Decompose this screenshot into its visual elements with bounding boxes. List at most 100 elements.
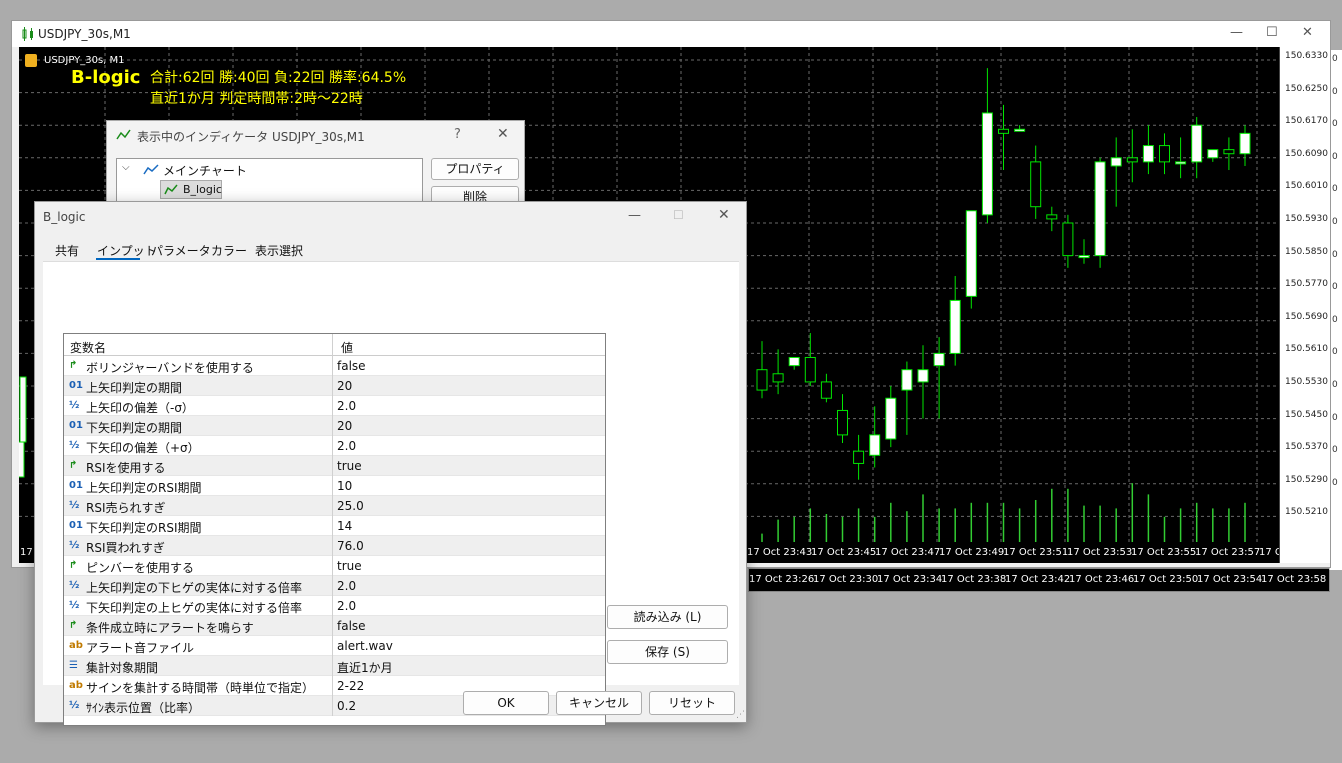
input-row[interactable]: 01 上矢印判定の期間 20 <box>64 376 605 396</box>
tree-item-main-chart[interactable]: メインチャート <box>163 162 247 179</box>
input-row[interactable]: 01 上矢印判定のRSI期間 10 <box>64 476 605 496</box>
background-price-tick: 0 <box>1332 477 1338 488</box>
input-row[interactable]: ½ RSI売られすぎ 25.0 <box>64 496 605 516</box>
input-name: サインを集計する時間帯（時単位で指定） <box>86 681 315 695</box>
input-row[interactable]: ↱ 条件成立時にアラートを鳴らす false <box>64 616 605 636</box>
price-tick: 150.5770 <box>1285 279 1328 290</box>
input-row[interactable]: ½ RSI買われすぎ 76.0 <box>64 536 605 556</box>
input-value[interactable]: true <box>337 459 362 473</box>
input-value[interactable]: false <box>337 619 366 633</box>
input-value[interactable]: alert.wav <box>337 639 393 653</box>
background-time-tick: 17 Oct 23:42 <box>1005 574 1071 585</box>
input-value[interactable]: 2.0 <box>337 579 356 593</box>
price-tick: 150.5210 <box>1285 507 1328 518</box>
int-icon: 01 <box>69 380 83 391</box>
help-icon[interactable]: ? <box>454 127 461 142</box>
tab-visualization[interactable]: 表示選択 <box>255 242 303 259</box>
input-name: 上矢印判定の下ヒゲの実体に対する倍率 <box>86 581 303 595</box>
input-value[interactable]: 20 <box>337 419 352 433</box>
input-row[interactable]: ½ 上矢印の偏差（-σ） 2.0 <box>64 396 605 416</box>
minimize-icon[interactable]: — <box>628 208 641 223</box>
input-row[interactable]: ab アラート音ファイル alert.wav <box>64 636 605 656</box>
input-name: 下矢印の偏差（+σ） <box>86 441 200 455</box>
tree-item-b-logic[interactable]: B_logic <box>160 180 222 199</box>
price-tick: 150.5450 <box>1285 409 1328 420</box>
tab-colors[interactable]: カラー <box>211 242 247 259</box>
resize-grip-icon[interactable]: ⋰ <box>736 710 745 720</box>
ab-icon: ab <box>69 680 83 691</box>
input-name: アラート音ファイル <box>86 641 195 655</box>
price-tick: 150.5930 <box>1285 214 1328 224</box>
input-value[interactable]: true <box>337 559 362 573</box>
close-icon[interactable]: ✕ <box>718 207 730 223</box>
tab-inputs[interactable]: インプット <box>97 242 157 259</box>
reset-button[interactable]: リセット <box>649 691 735 715</box>
input-row[interactable]: 01 下矢印判定のRSI期間 14 <box>64 516 605 536</box>
input-row[interactable]: ☰ 集計対象期間 直近1か月 <box>64 656 605 676</box>
active-tab-indicator <box>96 258 140 260</box>
background-price-tick: 0 <box>1332 151 1338 162</box>
inputs-panel: 変数名 値 ↱ ボリンジャーバンドを使用する false 01 上矢印判定の期間 20 ½ 上… <box>43 261 739 726</box>
input-value[interactable]: 10 <box>337 479 352 493</box>
input-value[interactable]: 0.2 <box>337 699 356 713</box>
background-time-tick: 17 Oct 23:54 <box>1197 574 1263 585</box>
input-row[interactable]: ↱ RSIを使用する true <box>64 456 605 476</box>
close-icon[interactable]: ✕ <box>1302 25 1313 40</box>
price-tick: 150.5610 <box>1285 344 1328 355</box>
input-value[interactable]: 2-22 <box>337 679 364 693</box>
input-value[interactable]: 76.0 <box>337 539 364 553</box>
time-tick: 17 Oct 23:57 <box>1195 547 1261 558</box>
input-value[interactable]: 14 <box>337 519 352 533</box>
background-time-tick: 17 Oct 23:34 <box>877 574 943 585</box>
indicator-tree[interactable]: ⌵ メインチャート B_logic <box>116 158 423 204</box>
background-price-tick: 0 <box>1332 412 1338 423</box>
minimize-icon[interactable]: — <box>1230 25 1243 40</box>
input-name: 上矢印の偏差（-σ） <box>86 401 194 415</box>
input-name: RSI買われすぎ <box>86 541 165 555</box>
background-time-tick: 17 Oct 23:58 <box>1261 574 1327 585</box>
save-button[interactable]: 保存 (S) <box>607 640 728 664</box>
input-value[interactable]: 25.0 <box>337 499 364 513</box>
list-icon: ☰ <box>69 660 78 671</box>
background-price-tick: 0 <box>1332 217 1338 227</box>
tab-parameters[interactable]: パラメータ <box>151 242 211 259</box>
input-value[interactable]: 20 <box>337 379 352 393</box>
input-row[interactable]: 01 下矢印判定の期間 20 <box>64 416 605 436</box>
properties-button[interactable]: プロパティ <box>431 158 519 180</box>
int-icon: 01 <box>69 520 83 531</box>
input-row[interactable]: ↱ ピンバーを使用する true <box>64 556 605 576</box>
background-price-tick: 0 <box>1332 184 1338 195</box>
input-name: 集計対象期間 <box>86 661 159 675</box>
input-value[interactable]: 2.0 <box>337 439 356 453</box>
window-titlebar[interactable]: USDJPY_30s,M1 — ☐ ✕ <box>12 21 1330 47</box>
cancel-button[interactable]: キャンセル <box>556 691 642 715</box>
maximize-icon[interactable]: ☐ <box>1266 25 1278 40</box>
input-name: ボリンジャーバンドを使用する <box>86 361 254 375</box>
input-value[interactable]: 直近1か月 <box>337 659 393 676</box>
ok-button[interactable]: OK <box>463 691 549 715</box>
table-header: 変数名 値 <box>64 334 605 356</box>
tab-common[interactable]: 共有 <box>55 242 79 259</box>
input-row[interactable]: ½ 下矢印の偏差（+σ） 2.0 <box>64 436 605 456</box>
background-time-tick: 17 Oct 23:50 <box>1133 574 1199 585</box>
background-price-tick: 0 <box>1332 347 1338 358</box>
indicators-dialog-title: 表示中のインディケータ USDJPY_30s,M1 <box>137 130 365 144</box>
input-value[interactable]: 2.0 <box>337 399 356 413</box>
arrow-check-icon: ↱ <box>69 460 78 471</box>
input-row[interactable]: ½ 上矢印判定の下ヒゲの実体に対する倍率 2.0 <box>64 576 605 596</box>
input-row[interactable]: ½ 下矢印判定の上ヒゲの実体に対する倍率 2.0 <box>64 596 605 616</box>
price-tick: 150.5290 <box>1285 474 1328 485</box>
indicator-properties-dialog[interactable]: B_logic — ☐ ✕ 共有 インプット パラメータ カラー 表示選択 変数… <box>34 201 747 726</box>
inputs-table[interactable]: 変数名 値 ↱ ボリンジャーバンドを使用する false 01 上矢印判定の期間 20 ½ 上… <box>63 333 606 726</box>
input-value[interactable]: false <box>337 359 366 373</box>
close-icon[interactable]: ✕ <box>497 126 509 142</box>
price-tick: 150.5370 <box>1285 442 1328 453</box>
background-time-tick: 17 Oct 23:26 <box>749 574 815 585</box>
input-row[interactable]: ↱ ボリンジャーバンドを使用する false <box>64 356 605 376</box>
load-button[interactable]: 読み込み (L) <box>607 605 728 629</box>
indicators-dialog[interactable]: 表示中のインディケータ USDJPY_30s,M1 ? ✕ ⌵ メインチャート … <box>106 120 525 204</box>
input-value[interactable]: 2.0 <box>337 599 356 613</box>
price-axis[interactable]: 150.6330 150.6250 150.6170 150.6090 150.6010… <box>1279 47 1330 563</box>
expert-icon <box>25 54 37 67</box>
chevron-down-icon[interactable]: ⌵ <box>122 162 130 173</box>
